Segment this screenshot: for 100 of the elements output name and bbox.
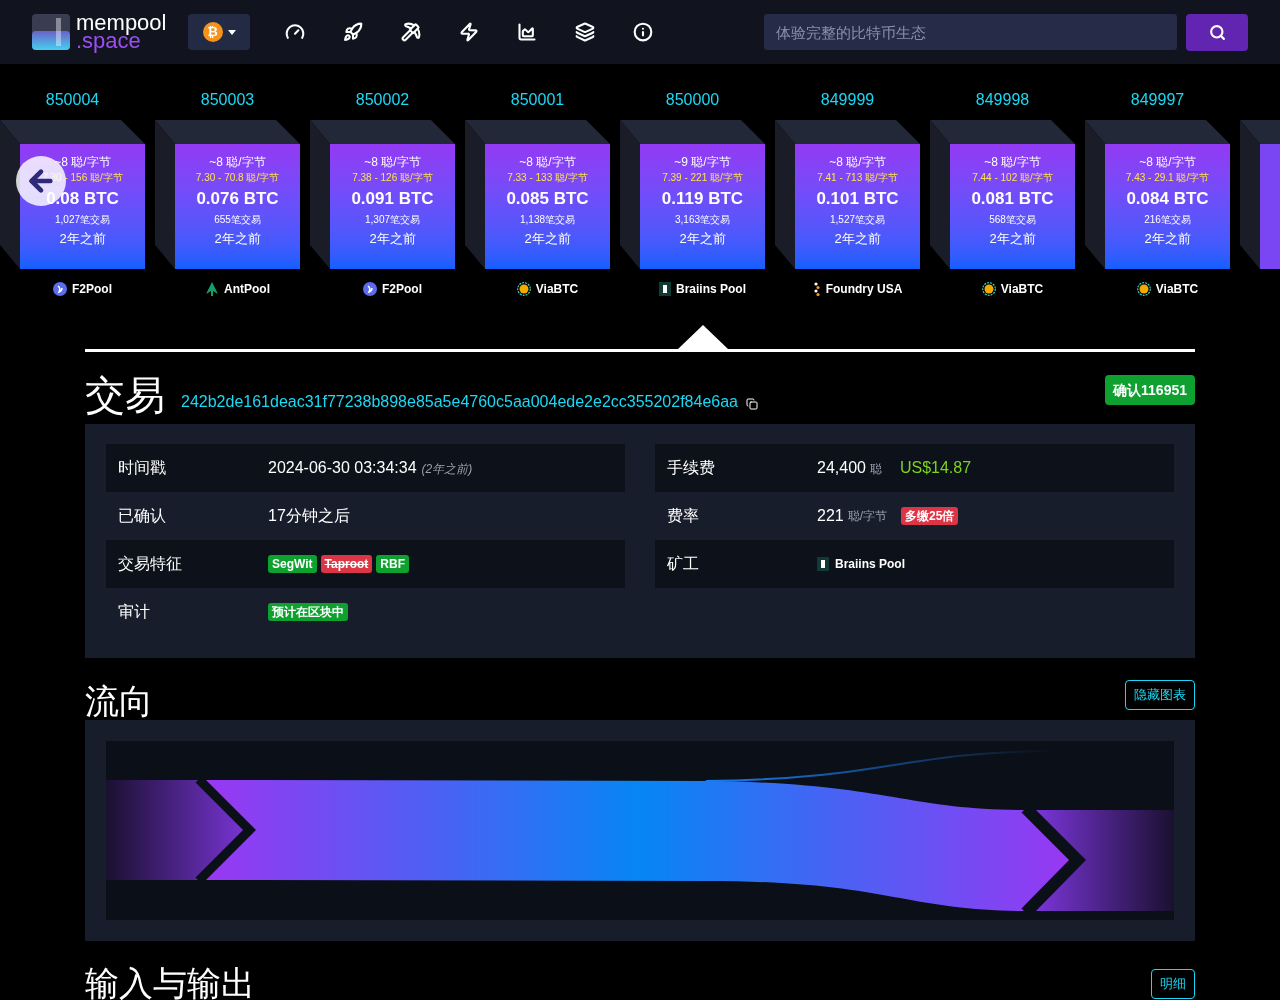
tx-count: 1,527笔交易 bbox=[830, 213, 885, 227]
fee-range: 7.33 - 133 聪/字节 bbox=[507, 171, 588, 185]
block-face[interactable]: ~8 聪/字节 7.33 - 133 聪/字节 0.085 BTC 1,138笔交易 2年之前 bbox=[485, 144, 610, 269]
block-height-link[interactable]: 850000 bbox=[665, 88, 720, 112]
tx-count: 655笔交易 bbox=[214, 213, 261, 227]
detail-value: 17分钟之后 bbox=[268, 506, 350, 526]
block-age: 2年之前 bbox=[524, 230, 571, 248]
detail-label: 交易特征 bbox=[118, 554, 183, 574]
median-fee: ~8 聪/字节 bbox=[364, 154, 421, 170]
gauge-icon[interactable] bbox=[285, 22, 305, 42]
tx-count: 1,138笔交易 bbox=[520, 213, 575, 227]
info-icon[interactable] bbox=[633, 22, 653, 42]
section-title: 流向 bbox=[85, 682, 153, 720]
detail-label: 已确认 bbox=[118, 506, 167, 526]
fee-range: 7.44 - 102 聪/字节 bbox=[972, 171, 1053, 185]
fee-range: 7.41 - 713 聪/字节 bbox=[817, 171, 898, 185]
fee-range: 7.43 - 29.1 聪/字节 bbox=[1125, 171, 1210, 185]
block-age: 2年之前 bbox=[1144, 230, 1191, 248]
pool-name[interactable]: Foundry USA bbox=[825, 280, 903, 298]
bolt-icon[interactable] bbox=[459, 22, 479, 42]
block-age: 2年之前 bbox=[369, 230, 416, 248]
fee-unit: 聪 bbox=[869, 461, 882, 478]
median-fee: ~8 聪/字节 bbox=[519, 154, 576, 170]
block-amount: 0.081 BTC bbox=[971, 188, 1054, 210]
fee-range: 7.30 - 70.8 聪/字节 bbox=[195, 171, 280, 185]
pool-name[interactable]: ViaBTC bbox=[535, 280, 579, 298]
transaction-id[interactable]: 242b2de161deac31f77238b898e85a5e4760c5aa004ede2e2cc355202f84e6aa bbox=[181, 390, 738, 414]
block-age: 2年之前 bbox=[214, 230, 261, 248]
rocket-icon[interactable] bbox=[343, 22, 363, 42]
block-amount: 0.091 BTC bbox=[351, 188, 434, 210]
tx-count: 1,027笔交易 bbox=[55, 213, 110, 227]
block-age: 2年之前 bbox=[679, 230, 726, 248]
feature-tag: 预计在区块中 bbox=[268, 603, 348, 621]
block-age: 2年之前 bbox=[834, 230, 881, 248]
block-face[interactable]: ~8 聪/字节 7.44 - 102 聪/字节 0.081 BTC 568笔交易 2年之前 bbox=[950, 144, 1075, 269]
block-amount: 0.119 BTC bbox=[661, 188, 744, 210]
block-amount: 0.101 BTC bbox=[816, 188, 899, 210]
fee-amount: 24,400 bbox=[817, 458, 866, 478]
tx-count: 1,307笔交易 bbox=[365, 213, 420, 227]
block-amount: 0.076 BTC bbox=[196, 188, 279, 210]
detail-label: 矿工 bbox=[667, 554, 700, 574]
pool-name[interactable]: F2Pool bbox=[72, 280, 112, 298]
pool-icon bbox=[981, 282, 996, 296]
page-title: 交易 bbox=[85, 372, 165, 418]
pool-icon bbox=[659, 282, 671, 296]
pool-icon bbox=[516, 282, 531, 296]
block-height-link[interactable]: 849999 bbox=[820, 88, 875, 112]
pool-name[interactable]: ViaBTC bbox=[1155, 280, 1199, 298]
block-face[interactable]: ~8 聪/字节 7.38 - 126 聪/字节 0.091 BTC 1,307笔交易 2年之前 bbox=[330, 144, 455, 269]
section-title: 输入与输出 bbox=[85, 963, 255, 1000]
detail-label: 时间戳 bbox=[118, 458, 167, 478]
fee-rate: 221 bbox=[817, 506, 844, 526]
search-icon bbox=[1208, 23, 1226, 41]
block-face[interactable]: ~9 聪/字节 7.39 - 221 聪/字节 0.119 BTC 3,163笔交易 2年之前 bbox=[640, 144, 765, 269]
block-face[interactable]: ~8 聪/字节 7.30 - 70.8 聪/字节 0.076 BTC 655笔交易 2年之前 bbox=[175, 144, 300, 269]
pool-name[interactable]: F2Pool bbox=[382, 280, 422, 298]
confirmations-badge: 确认116951 bbox=[1105, 375, 1195, 405]
details-button[interactable]: 明细 bbox=[1151, 969, 1195, 999]
overpay-badge: 多缴25倍 bbox=[901, 507, 959, 525]
caret-icon bbox=[227, 29, 236, 35]
pool-icon bbox=[363, 282, 377, 296]
pool-name[interactable]: Braiins Pool bbox=[676, 280, 746, 298]
pickaxe-icon[interactable] bbox=[401, 22, 421, 42]
block-amount: 0.085 BTC bbox=[506, 188, 589, 210]
fee-range: 7.39 - 221 聪/字节 bbox=[662, 171, 743, 185]
median-fee: ~8 聪/字节 bbox=[1139, 154, 1196, 170]
pool-name[interactable]: ViaBTC bbox=[1000, 280, 1044, 298]
pool-icon bbox=[812, 282, 821, 296]
copy-icon bbox=[746, 398, 758, 410]
chart-icon[interactable] bbox=[517, 22, 537, 42]
miner-name[interactable]: Braiins Pool bbox=[835, 555, 905, 573]
block-height-link[interactable]: 849997 bbox=[1130, 88, 1185, 112]
pool-icon bbox=[817, 557, 829, 571]
block-height-link[interactable]: 850003 bbox=[200, 88, 255, 112]
block-age: 2年之前 bbox=[59, 230, 106, 248]
block-height-link[interactable]: 850002 bbox=[355, 88, 410, 112]
block-height-link[interactable]: 850004 bbox=[45, 88, 100, 112]
block-face[interactable]: ~8 聪/字节 7.43 - 29.1 聪/字节 0.084 BTC 216笔交易 2年之前 bbox=[1105, 144, 1230, 269]
block-face[interactable]: ~8 聪/字节 7.41 - 713 聪/字节 0.101 BTC 1,527笔交易 2年之前 bbox=[795, 144, 920, 269]
rate-unit: 聪/字节 bbox=[847, 508, 888, 525]
pool-icon bbox=[205, 282, 219, 296]
search-button[interactable] bbox=[1186, 13, 1248, 51]
detail-label: 费率 bbox=[667, 506, 700, 526]
block-age: 2年之前 bbox=[989, 230, 1036, 248]
pool-icon bbox=[53, 282, 67, 296]
detail-label: 手续费 bbox=[667, 458, 716, 478]
tx-count: 216笔交易 bbox=[1144, 213, 1191, 227]
fee-usd: US$14.87 bbox=[899, 458, 972, 478]
search-field[interactable]: 体验完整的比特币生态 bbox=[764, 14, 1177, 50]
fee-range: 7.38 - 126 聪/字节 bbox=[352, 171, 433, 185]
tx-count: 3,163笔交易 bbox=[675, 213, 730, 227]
detail-label: 审计 bbox=[118, 602, 151, 622]
feature-tag: Taproot bbox=[320, 555, 373, 573]
layers-icon[interactable] bbox=[575, 22, 595, 42]
block-height-link[interactable]: 850001 bbox=[510, 88, 565, 112]
block-height-link[interactable]: 849998 bbox=[975, 88, 1030, 112]
pool-name[interactable]: AntPool bbox=[224, 280, 270, 298]
tx-count: 568笔交易 bbox=[989, 213, 1036, 227]
hide-chart-button[interactable]: 隐藏图表 bbox=[1125, 680, 1195, 710]
timestamp: 2024-06-30 03:34:34 bbox=[268, 458, 417, 478]
